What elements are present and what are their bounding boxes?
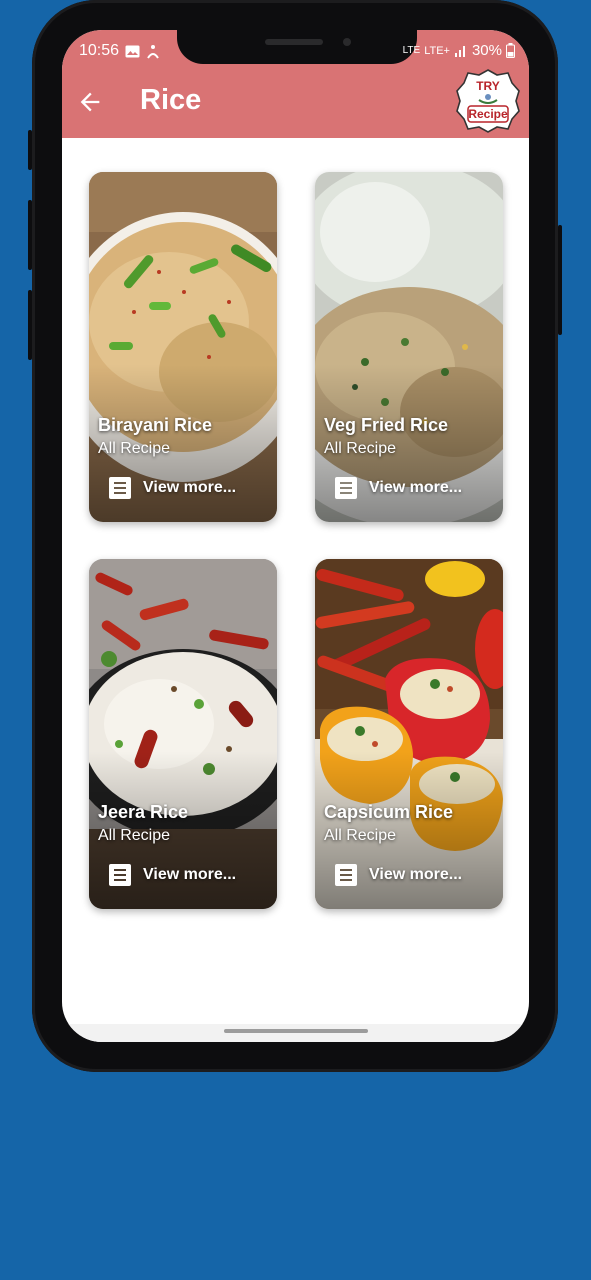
card-shade: [89, 559, 277, 909]
status-time: 10:56: [79, 42, 120, 59]
earpiece-speaker: [265, 39, 323, 45]
view-more-label: View more...: [369, 866, 463, 883]
page-title: Rice: [140, 84, 202, 116]
try-recipe-logo[interactable]: TRY Recipe: [455, 68, 521, 134]
recipe-doc-icon: [109, 477, 131, 499]
battery-percent: 30%: [471, 42, 502, 59]
card-subtitle: All Recipe: [98, 440, 171, 457]
status-left: 10:56: [79, 42, 160, 60]
card-subtitle: All Recipe: [98, 827, 171, 844]
card-shade: [315, 559, 503, 909]
side-button-left-2: [28, 200, 32, 270]
view-more-button[interactable]: View more...: [109, 477, 236, 499]
card-title: Jeera Rice: [98, 802, 189, 822]
card-subtitle: All Recipe: [324, 827, 397, 844]
app-bar: Rice TRY Recipe: [62, 68, 529, 138]
card-title: Capsicum Rice: [324, 802, 454, 822]
view-more-button[interactable]: View more...: [335, 864, 462, 886]
phone-screen: 10:56 LTE LTE+ 30% Rice TRY Recipe Biray…: [62, 30, 529, 1042]
card-subtitle: All Recipe: [324, 440, 397, 457]
power-button: [558, 225, 562, 335]
status-bar: 10:56 LTE LTE+ 30%: [62, 30, 529, 68]
recipe-card-veg-fried-rice[interactable]: Veg Fried Rice All Recipe View more...: [315, 172, 503, 522]
battery-icon: [506, 43, 515, 58]
recipe-card-birayani-rice[interactable]: Birayani Rice All Recipe View more...: [89, 172, 277, 522]
network-label-2: LTE+: [424, 44, 450, 57]
recipe-doc-icon: [335, 864, 357, 886]
side-button-left-1: [28, 130, 32, 170]
side-button-left-3: [28, 290, 32, 360]
gesture-nav-bar: [62, 1024, 529, 1042]
camera-notch: [177, 30, 417, 64]
recipe-card-jeera-rice[interactable]: Jeera Rice All Recipe View more...: [89, 559, 277, 909]
accessibility-icon: [147, 44, 159, 59]
recipe-card-capsicum-rice[interactable]: Capsicum Rice All Recipe View more...: [315, 559, 503, 909]
network-label: LTE: [402, 45, 421, 56]
view-more-button[interactable]: View more...: [335, 477, 462, 499]
recipe-doc-icon: [335, 477, 357, 499]
recipe-doc-icon: [109, 864, 131, 886]
card-title: Birayani Rice: [98, 415, 213, 435]
card-shade: [89, 172, 277, 522]
view-more-label: View more...: [369, 479, 463, 496]
view-more-button[interactable]: View more...: [109, 864, 236, 886]
logo-text-bottom: Recipe: [468, 107, 508, 121]
card-shade: [315, 172, 503, 522]
front-camera: [343, 38, 351, 46]
view-more-label: View more...: [143, 479, 237, 496]
signal-icon: [454, 46, 465, 57]
back-arrow-icon[interactable]: [76, 88, 104, 116]
gallery-icon: [125, 45, 140, 57]
logo-text-top: TRY: [476, 79, 500, 93]
status-right: LTE LTE+ 30%: [403, 42, 515, 59]
home-indicator[interactable]: [224, 1029, 368, 1033]
card-title: Veg Fried Rice: [324, 415, 449, 435]
view-more-label: View more...: [143, 866, 237, 883]
